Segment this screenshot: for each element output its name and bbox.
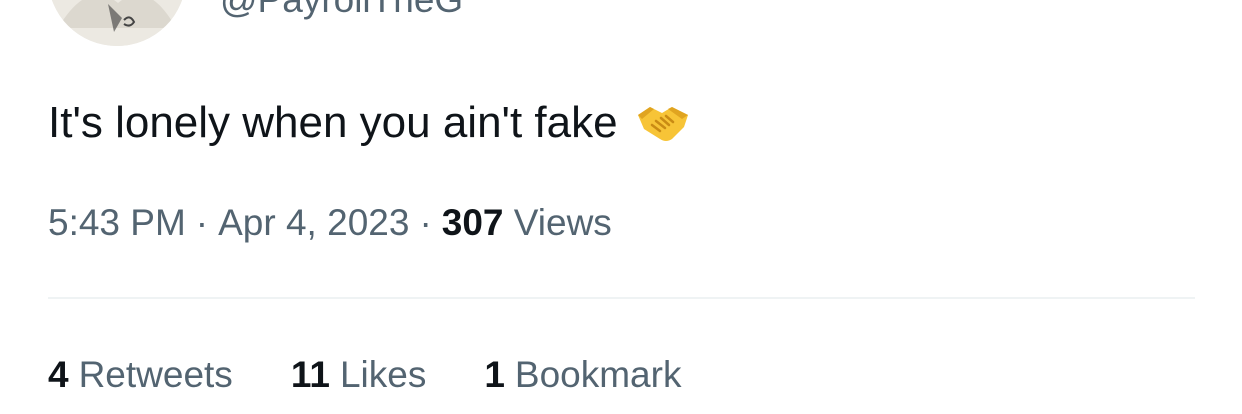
tweet-time[interactable]: 5:43 PM — [48, 202, 186, 243]
author-handle[interactable]: @PayrollTheG — [220, 0, 463, 22]
handshake-emoji-icon — [634, 101, 692, 145]
tweet-date[interactable]: Apr 4, 2023 — [218, 202, 409, 243]
tweet-text: It's lonely when you ain't fake — [48, 96, 692, 150]
meta-separator: · — [195, 202, 209, 243]
tweet-stats: 4 Retweets 11 Likes 1 Bookmark — [48, 352, 739, 398]
divider — [48, 297, 1195, 299]
avatar[interactable] — [48, 0, 186, 46]
tweet-text-content: It's lonely when you ain't fake — [48, 98, 618, 147]
bookmarks-count: 1 — [484, 354, 505, 395]
retweets-stat[interactable]: 4 Retweets — [48, 352, 233, 398]
likes-stat[interactable]: 11 Likes — [291, 352, 427, 398]
retweets-label: Retweets — [78, 354, 233, 395]
views-label: Views — [513, 202, 612, 243]
bookmarks-stat[interactable]: 1 Bookmark — [484, 352, 681, 398]
likes-label: Likes — [339, 354, 427, 395]
likes-count: 11 — [290, 354, 330, 395]
views-count: 307 — [441, 202, 504, 243]
meta-separator: · — [419, 202, 432, 243]
retweets-count: 4 — [48, 354, 69, 395]
bookmarks-label: Bookmark — [514, 354, 682, 395]
tweet-meta: 5:43 PM · Apr 4, 2023 · 307 Views — [48, 200, 612, 246]
avatar-image — [48, 0, 186, 46]
